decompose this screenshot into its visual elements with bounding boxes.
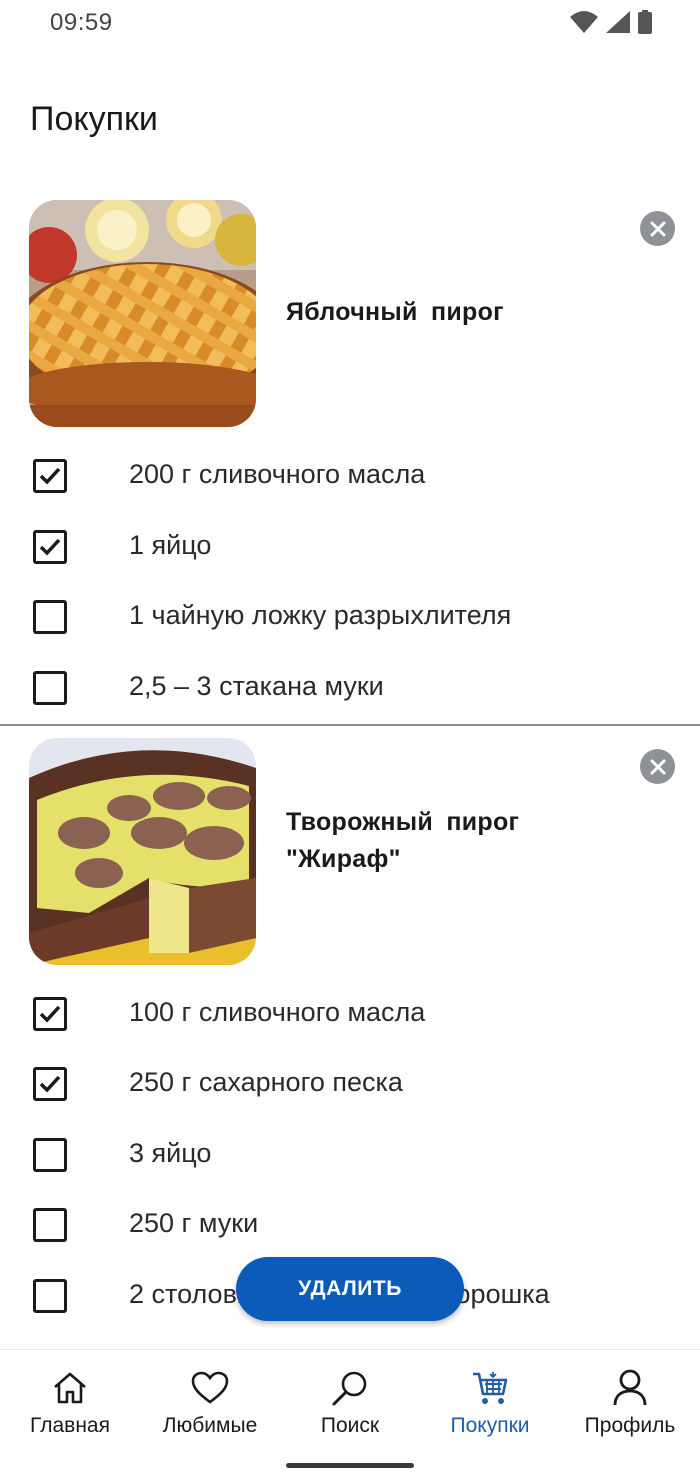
checkbox-checked[interactable] <box>33 459 67 493</box>
checkbox-checked[interactable] <box>33 530 67 564</box>
checkbox-checked[interactable] <box>33 997 67 1031</box>
recipe-card: Яблочный пирог 200 г сливочного масла 1 … <box>0 190 700 720</box>
delete-button[interactable]: УДАЛИТЬ <box>236 1257 464 1321</box>
checkbox-checked[interactable] <box>33 1067 67 1101</box>
checkbox-unchecked[interactable] <box>33 600 67 634</box>
checkbox-unchecked[interactable] <box>33 1208 67 1242</box>
status-time: 09:59 <box>50 9 113 36</box>
close-icon <box>650 221 665 236</box>
ingredient-row[interactable]: 2,5 – 3 стакана муки <box>0 659 700 719</box>
checkbox-unchecked[interactable] <box>33 1138 67 1172</box>
status-bar: 09:59 <box>0 0 700 50</box>
ingredient-row[interactable]: 250 г муки <box>0 1196 700 1256</box>
nav-item-home[interactable]: Главная <box>0 1350 140 1450</box>
ingredient-row[interactable]: 1 яйцо <box>0 518 700 578</box>
nav-item-profile[interactable]: Профиль <box>560 1350 700 1450</box>
recipe-card: Творожный пирог "Жираф" 100 г сливочного… <box>0 728 700 1348</box>
ingredient-label: 200 г сливочного масла <box>129 459 426 489</box>
ingredient-label: 1 чайную ложку разрыхлителя <box>129 600 512 630</box>
close-icon <box>650 759 665 774</box>
ingredient-row[interactable]: 250 г сахарного песка <box>0 1055 700 1115</box>
nav-label: Любимые <box>162 1414 258 1437</box>
checkmark-icon <box>39 1005 61 1023</box>
ingredient-label: 3 яйцо <box>129 1138 212 1168</box>
battery-icon <box>638 10 652 34</box>
home-indicator[interactable] <box>286 1463 414 1468</box>
checkmark-icon <box>39 1075 61 1093</box>
nav-label: Покупки <box>450 1414 530 1437</box>
person-icon <box>610 1368 650 1408</box>
ingredient-row[interactable]: 1 чайную ложку разрыхлителя <box>0 588 700 648</box>
checkmark-icon <box>39 538 61 556</box>
home-icon <box>50 1368 90 1408</box>
ingredient-row[interactable]: 200 г сливочного масла <box>0 447 700 507</box>
cart-icon <box>470 1368 510 1408</box>
nav-label: Поиск <box>320 1414 380 1437</box>
wifi-icon <box>570 11 598 33</box>
remove-recipe-button[interactable] <box>640 749 675 784</box>
ingredient-label: 250 г муки <box>129 1208 259 1238</box>
recipe-title-line: Творожный пирог <box>286 808 520 836</box>
recipe-image-apple-pie[interactable] <box>29 200 256 427</box>
shopping-list[interactable]: Яблочный пирог 200 г сливочного масла 1 … <box>0 190 700 1350</box>
remove-recipe-button[interactable] <box>640 211 675 246</box>
recipe-title-line: "Жираф" <box>286 845 401 873</box>
checkbox-unchecked[interactable] <box>33 1279 67 1313</box>
nav-label: Главная <box>30 1414 110 1437</box>
status-icons <box>570 10 652 34</box>
ingredient-row[interactable]: 100 г сливочного масла <box>0 985 700 1045</box>
nav-item-shopping[interactable]: Покупки <box>420 1350 560 1450</box>
ingredient-label: 2,5 – 3 стакана муки <box>129 671 384 701</box>
nav-label: Профиль <box>584 1414 676 1437</box>
divider <box>0 724 700 726</box>
ingredient-label: 250 г сахарного песка <box>129 1067 403 1097</box>
nav-item-search[interactable]: Поиск <box>280 1350 420 1450</box>
checkbox-unchecked[interactable] <box>33 671 67 705</box>
signal-icon <box>606 11 630 33</box>
search-icon <box>330 1368 370 1408</box>
recipe-image-giraffe-pie[interactable] <box>29 738 256 965</box>
checkmark-icon <box>39 467 61 485</box>
recipe-title: Творожный пирог "Жираф" <box>286 804 519 878</box>
ingredient-row[interactable]: 3 яйцо <box>0 1126 700 1186</box>
recipe-title: Яблочный пирог <box>286 298 504 326</box>
page-title: Покупки <box>30 100 158 138</box>
ingredient-label: 100 г сливочного масла <box>129 997 426 1027</box>
nav-item-favorites[interactable]: Любимые <box>140 1350 280 1450</box>
bottom-nav: Главная Любимые Поиск Покупки Профиль <box>0 1349 700 1478</box>
ingredient-label: 1 яйцо <box>129 530 212 560</box>
heart-icon <box>190 1368 230 1408</box>
